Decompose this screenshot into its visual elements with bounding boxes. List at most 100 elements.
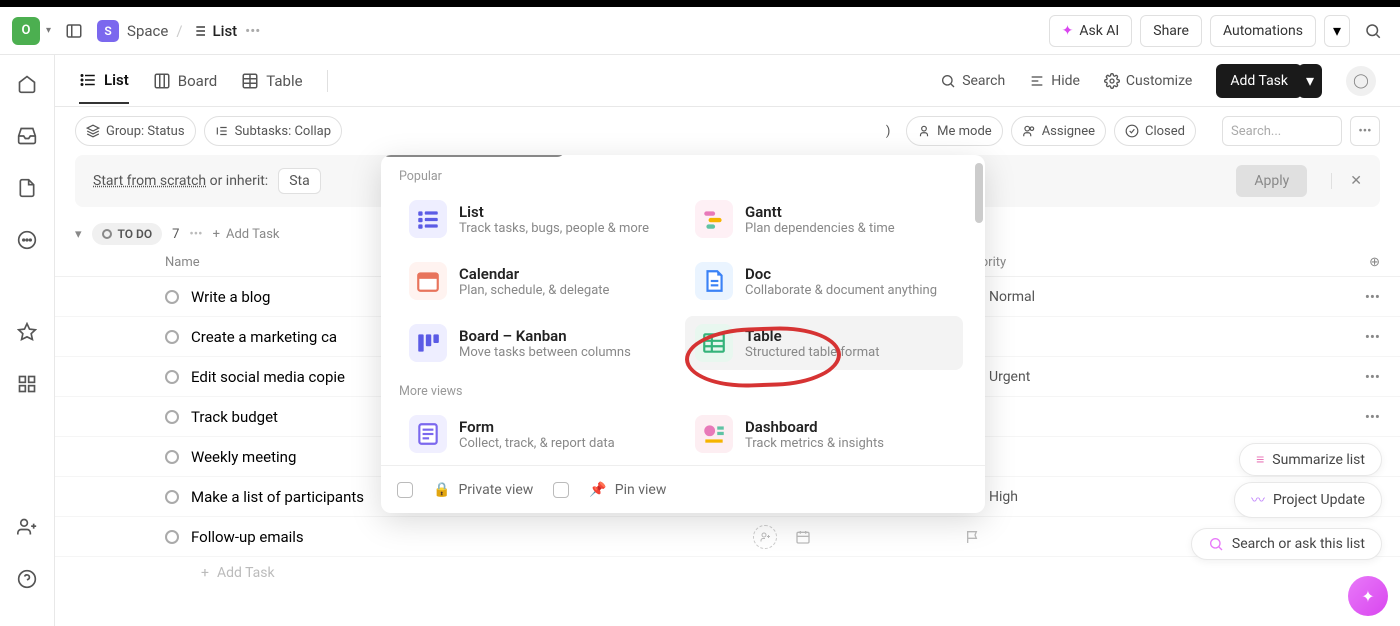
task-name[interactable]: Make a list of participants [191, 488, 364, 506]
breadcrumb-more-icon[interactable]: ••• [245, 22, 260, 40]
search-list-icon [1208, 536, 1224, 552]
priority[interactable]: Urgent [965, 369, 1365, 385]
view-card-board[interactable]: Board – KanbanMove tasks between columns [399, 316, 677, 370]
chip-subtasks[interactable]: Subtasks: Collap [204, 116, 342, 146]
popover-more-label: More views [399, 380, 967, 407]
status-circle-icon[interactable] [165, 490, 179, 504]
summarize-icon: ≡ [1256, 451, 1264, 468]
private-view-checkbox[interactable] [397, 482, 413, 498]
row-more-icon[interactable]: ••• [1365, 368, 1380, 386]
filter-search-input[interactable]: Search... [1222, 116, 1342, 146]
group-more-icon[interactable]: ••• [189, 227, 202, 242]
tab-board[interactable]: Board [153, 59, 217, 103]
status-circle-icon[interactable] [165, 450, 179, 464]
tab-table[interactable]: Table [241, 59, 302, 103]
filter-bar: Group: Status Subtasks: Collap ) Me mode… [55, 107, 1400, 155]
chip-me-mode[interactable]: Me mode [906, 116, 1003, 146]
home-icon[interactable] [12, 69, 42, 99]
add-column-icon[interactable]: ⊕ [1369, 255, 1380, 270]
help-icon[interactable] [12, 564, 42, 594]
space-icon[interactable]: S [97, 20, 119, 42]
workspace-chevron-icon[interactable]: ▾ [46, 25, 51, 36]
toolbar-search[interactable]: Search [940, 73, 1005, 89]
invite-icon[interactable] [12, 512, 42, 542]
task-name[interactable]: Edit social media copie [191, 368, 345, 386]
row-more-icon[interactable]: ••• [1365, 288, 1380, 306]
view-card-table[interactable]: TableStructured table format [685, 316, 963, 370]
project-update-button[interactable]: 〰 Project Update [1234, 482, 1382, 518]
ai-fab[interactable]: ✦ [1348, 576, 1388, 616]
priority[interactable]: Normal [965, 289, 1365, 305]
ask-ai-button[interactable]: ✦ Ask AI [1049, 15, 1133, 47]
popover-scrollbar[interactable] [975, 163, 983, 223]
automations-button[interactable]: Automations [1210, 15, 1316, 47]
inbox-icon[interactable] [12, 121, 42, 151]
inherit-start-button[interactable]: Sta [278, 168, 321, 194]
view-card-form[interactable]: FormCollect, track, & report data [399, 407, 677, 461]
due-date[interactable] [795, 529, 965, 545]
row-more-icon[interactable]: ••• [1365, 328, 1380, 346]
view-card-calendar[interactable]: CalendarPlan, schedule, & delegate [399, 254, 677, 308]
chip-closed[interactable]: Closed [1114, 116, 1196, 146]
view-card-gantt[interactable]: GanttPlan dependencies & time [685, 192, 963, 246]
view-card-doc[interactable]: DocCollaborate & document anything [685, 254, 963, 308]
views-bar: List Board Table Search Hide Cu [55, 55, 1400, 107]
views-search-input[interactable]: Search views... [381, 155, 565, 157]
sidebar-toggle-icon[interactable] [59, 16, 89, 46]
ai-icon: ✦ [1062, 23, 1074, 39]
status-circle-icon[interactable] [165, 290, 179, 304]
automations-chevron-icon[interactable]: ▾ [1324, 15, 1350, 47]
add-task-chevron-icon[interactable]: ▾ [1298, 64, 1322, 98]
header-search-icon[interactable] [1358, 16, 1388, 46]
assignee-add-icon[interactable] [753, 525, 777, 549]
chip-assignee[interactable]: Assignee [1011, 116, 1106, 146]
status-circle-icon[interactable] [165, 410, 179, 424]
left-rail [0, 55, 55, 626]
popover-popular-label: Popular [399, 165, 967, 192]
start-scratch-link[interactable]: Start from scratch [93, 173, 206, 189]
task-name[interactable]: Weekly meeting [191, 448, 296, 466]
pin-icon: 📌 [589, 482, 606, 498]
view-card-list[interactable]: ListTrack tasks, bugs, people & more [399, 192, 677, 246]
status-circle-icon[interactable] [165, 330, 179, 344]
breadcrumb-space[interactable]: Space [127, 22, 168, 40]
group-add-task[interactable]: + Add Task [213, 227, 280, 242]
tab-list[interactable]: List [79, 58, 129, 104]
docs-icon[interactable] [12, 173, 42, 203]
lock-icon: 🔒 [433, 482, 450, 498]
share-button[interactable]: Share [1140, 15, 1202, 47]
status-circle-icon[interactable] [165, 530, 179, 544]
view-card-dashboard[interactable]: DashboardTrack metrics & insights [685, 407, 963, 461]
filter-more-icon[interactable]: ••• [1350, 116, 1380, 146]
row-more-icon[interactable]: ••• [1365, 408, 1380, 426]
chip-divider: ) [878, 116, 898, 146]
add-task-button[interactable]: Add Task [1216, 64, 1302, 98]
status-circle-icon[interactable] [165, 370, 179, 384]
task-name[interactable]: Follow-up emails [191, 528, 304, 546]
popover-footer: 🔒 Private view 📌 Pin view [381, 465, 985, 513]
priority[interactable] [965, 409, 1365, 425]
chip-group[interactable]: Group: Status [75, 116, 196, 146]
task-name[interactable]: Create a marketing ca [191, 328, 337, 346]
toolbar-customize[interactable]: Customize [1104, 73, 1192, 89]
private-view-label: Private view [458, 482, 533, 498]
task-name[interactable]: Track budget [191, 408, 278, 426]
favorites-icon[interactable] [12, 317, 42, 347]
col-priority[interactable]: Priority [965, 255, 1369, 270]
workspace-avatar[interactable]: O [12, 17, 40, 45]
status-pill-todo[interactable]: TO DO [92, 223, 163, 245]
priority[interactable] [965, 329, 1365, 345]
breadcrumb-list[interactable]: List [191, 22, 238, 40]
inherit-close-icon[interactable]: ✕ [1331, 173, 1362, 189]
pin-view-checkbox[interactable] [553, 482, 569, 498]
more-rail-icon[interactable] [12, 225, 42, 255]
add-task-row[interactable]: + Add Task [55, 557, 1400, 589]
user-avatar-icon[interactable]: ◯ [1346, 66, 1376, 96]
task-name[interactable]: Write a blog [191, 288, 270, 306]
search-list-button[interactable]: Search or ask this list [1191, 528, 1382, 560]
group-collapse-icon[interactable]: ▾ [75, 227, 82, 242]
summarize-list-button[interactable]: ≡ Summarize list [1239, 443, 1382, 476]
inherit-apply-button[interactable]: Apply [1236, 165, 1307, 197]
toolbar-hide[interactable]: Hide [1029, 73, 1080, 89]
apps-icon[interactable] [12, 369, 42, 399]
